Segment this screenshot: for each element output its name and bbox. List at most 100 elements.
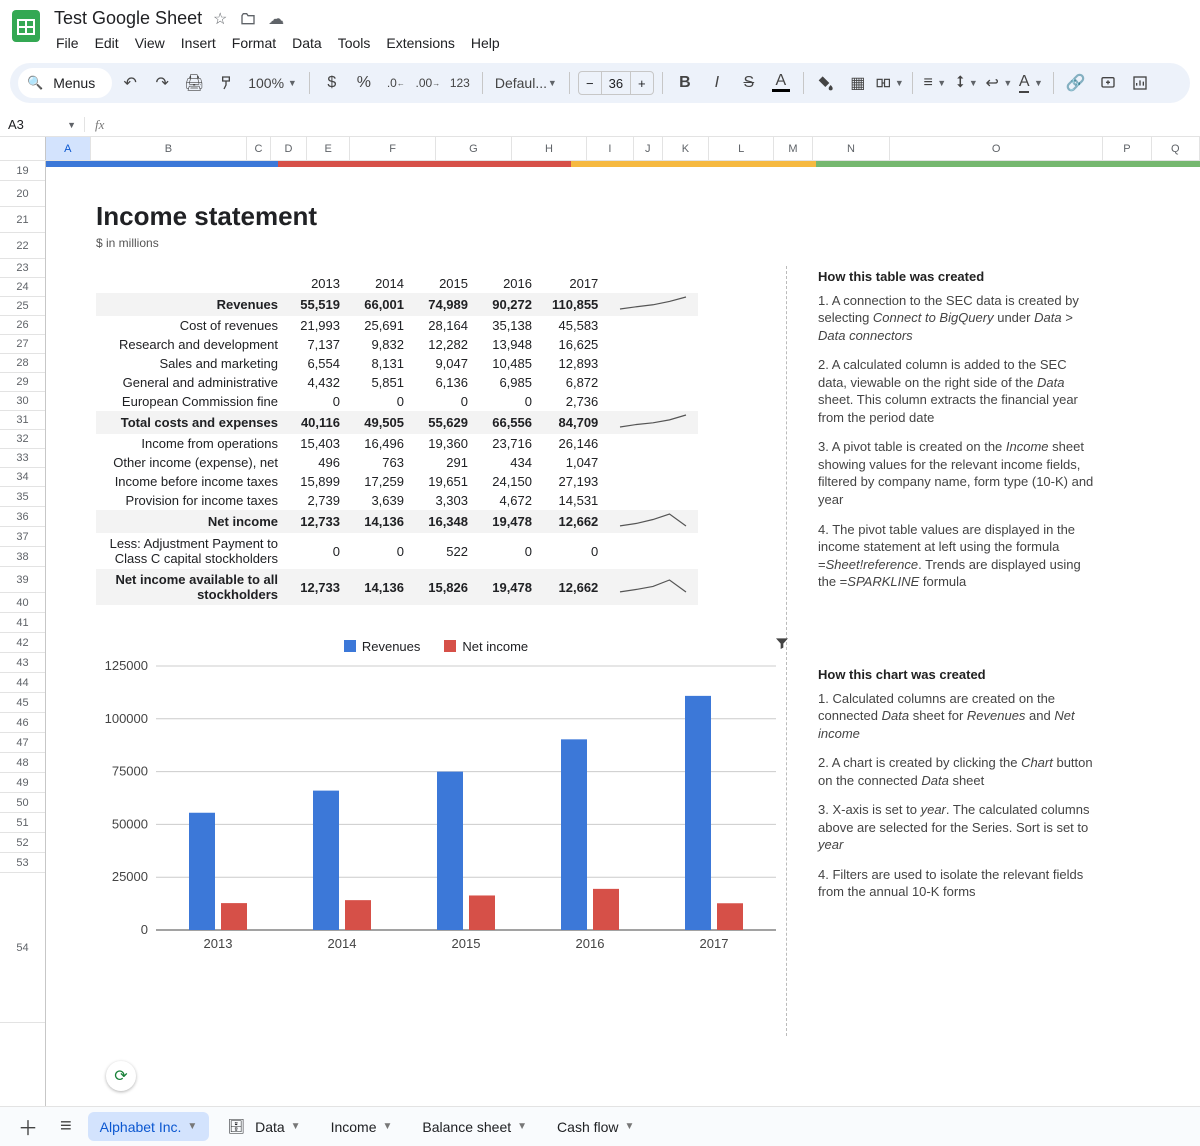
column-header-b[interactable]: B [91, 137, 248, 160]
column-header-g[interactable]: G [436, 137, 512, 160]
row-header[interactable]: 34 [0, 468, 45, 487]
row-header[interactable]: 52 [0, 833, 45, 853]
row-header[interactable]: 35 [0, 487, 45, 507]
menu-data[interactable]: Data [284, 31, 330, 55]
insert-chart-button[interactable] [1126, 69, 1154, 97]
menu-view[interactable]: View [127, 31, 173, 55]
menu-edit[interactable]: Edit [87, 31, 127, 55]
column-header-j[interactable]: J [634, 137, 663, 160]
undo-button[interactable]: ↶ [116, 69, 144, 97]
chart-filter-icon[interactable] [774, 635, 790, 656]
sheets-app-icon[interactable] [8, 8, 44, 44]
column-header-q[interactable]: Q [1152, 137, 1200, 160]
insert-link-button[interactable]: 🔗 [1062, 69, 1090, 97]
row-header[interactable]: 25 [0, 297, 45, 316]
font-size-value[interactable]: 36 [601, 72, 631, 94]
row-header[interactable]: 50 [0, 793, 45, 813]
borders-button[interactable]: ▦ [844, 69, 872, 97]
row-header[interactable]: 29 [0, 373, 45, 392]
column-header-m[interactable]: M [774, 137, 813, 160]
column-header-n[interactable]: N [813, 137, 890, 160]
italic-button[interactable]: I [703, 69, 731, 97]
all-sheets-button[interactable]: ≡ [54, 1111, 78, 1142]
text-color-button[interactable]: A [767, 69, 795, 97]
row-header[interactable]: 21 [0, 207, 45, 233]
row-header[interactable]: 38 [0, 547, 45, 567]
decrease-decimal-button[interactable]: .0← [382, 69, 410, 97]
format-currency-button[interactable]: $ [318, 69, 346, 97]
insert-comment-button[interactable] [1094, 69, 1122, 97]
menu-extensions[interactable]: Extensions [378, 31, 462, 55]
column-header-c[interactable]: C [247, 137, 270, 160]
sheet-canvas[interactable]: Income statement $ in millions 201320142… [46, 161, 1200, 1131]
strikethrough-button[interactable]: S [735, 69, 763, 97]
document-name[interactable]: Test Google Sheet [54, 8, 202, 29]
menu-tools[interactable]: Tools [330, 31, 379, 55]
h-align-button[interactable]: ≡ ▼ [921, 69, 949, 97]
row-header[interactable]: 28 [0, 354, 45, 373]
font-size-increase[interactable]: + [631, 76, 653, 91]
print-button[interactable]: 🖨 [180, 69, 208, 97]
row-header[interactable]: 42 [0, 633, 45, 653]
row-header[interactable]: 47 [0, 733, 45, 753]
row-header[interactable]: 43 [0, 653, 45, 673]
row-header[interactable]: 41 [0, 613, 45, 633]
select-all-corner[interactable] [0, 137, 46, 160]
v-align-button[interactable]: ⭥ ▼ [953, 69, 981, 97]
fill-color-button[interactable] [812, 69, 840, 97]
row-header[interactable]: 31 [0, 411, 45, 430]
name-box[interactable]: A3▼ [0, 117, 85, 132]
sheet-tab[interactable]: 🗄Data▼ [215, 1112, 312, 1141]
row-header[interactable]: 22 [0, 233, 45, 259]
bar-chart[interactable]: Revenues Net income 02500050000750001000… [86, 639, 786, 969]
column-header-p[interactable]: P [1103, 137, 1151, 160]
row-header[interactable]: 45 [0, 693, 45, 713]
row-header[interactable]: 48 [0, 753, 45, 773]
column-header-l[interactable]: L [709, 137, 774, 160]
row-header[interactable]: 27 [0, 335, 45, 354]
row-header[interactable]: 40 [0, 593, 45, 613]
row-header[interactable]: 54 [0, 873, 45, 1023]
column-header-k[interactable]: K [663, 137, 709, 160]
menu-help[interactable]: Help [463, 31, 508, 55]
column-header-h[interactable]: H [512, 137, 588, 160]
column-header-a[interactable]: A [46, 137, 91, 160]
move-icon[interactable] [238, 9, 258, 29]
row-header[interactable]: 33 [0, 449, 45, 468]
column-header-i[interactable]: I [587, 137, 633, 160]
sheet-tab[interactable]: Balance sheet▼ [410, 1112, 539, 1141]
row-header[interactable]: 37 [0, 527, 45, 547]
sheet-tab[interactable]: Income▼ [319, 1112, 405, 1141]
cloud-status-icon[interactable]: ☁ [266, 9, 286, 29]
sheet-tab[interactable]: Cash flow▼ [545, 1112, 646, 1141]
column-header-o[interactable]: O [890, 137, 1103, 160]
row-header[interactable]: 36 [0, 507, 45, 527]
column-header-f[interactable]: F [350, 137, 436, 160]
row-header[interactable]: 39 [0, 567, 45, 593]
row-header[interactable]: 44 [0, 673, 45, 693]
font-size-stepper[interactable]: − 36 + [578, 71, 654, 95]
refresh-button[interactable]: ⟳ [106, 1061, 136, 1091]
row-header[interactable]: 32 [0, 430, 45, 449]
column-header-d[interactable]: D [271, 137, 308, 160]
row-header[interactable]: 24 [0, 278, 45, 297]
menu-search[interactable]: 🔍 Menus [18, 68, 112, 98]
paint-format-button[interactable] [212, 69, 240, 97]
column-header-e[interactable]: E [307, 137, 350, 160]
row-header[interactable]: 46 [0, 713, 45, 733]
menu-file[interactable]: File [48, 31, 87, 55]
zoom-dropdown[interactable]: 100% ▼ [244, 69, 301, 97]
row-header[interactable]: 51 [0, 813, 45, 833]
merge-cells-button[interactable]: ▼ [876, 69, 904, 97]
row-header[interactable]: 26 [0, 316, 45, 335]
row-header[interactable]: 19 [0, 161, 45, 181]
row-header[interactable]: 20 [0, 181, 45, 207]
text-rotation-button[interactable]: A ▼ [1017, 69, 1045, 97]
more-formats-button[interactable]: 123 [446, 69, 474, 97]
menu-insert[interactable]: Insert [173, 31, 224, 55]
text-wrap-button[interactable]: ↩ ▼ [985, 69, 1013, 97]
row-header[interactable]: 49 [0, 773, 45, 793]
font-size-decrease[interactable]: − [579, 76, 601, 91]
row-header[interactable]: 53 [0, 853, 45, 873]
format-percent-button[interactable]: % [350, 69, 378, 97]
